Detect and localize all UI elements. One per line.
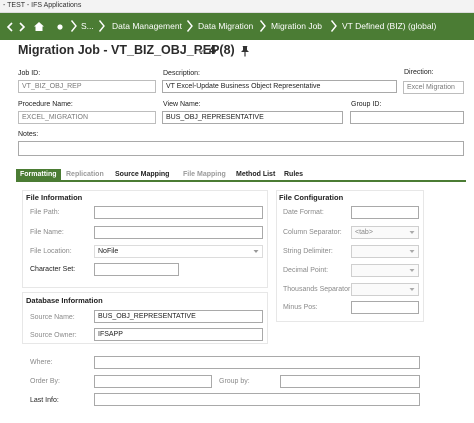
date-format-label: Date Format: [283, 209, 324, 216]
character-set-field[interactable] [94, 263, 179, 276]
chevron-down-icon[interactable] [196, 46, 206, 56]
procedure-name-field[interactable]: EXCEL_MIGRATION [18, 111, 156, 124]
back-icon[interactable] [4, 13, 16, 40]
tab-file-mapping[interactable]: File Mapping [183, 169, 226, 180]
navigation-bar: S... Data Management Data Migration Migr… [0, 13, 474, 40]
notes-field[interactable] [18, 141, 464, 156]
description-label: Description: [163, 70, 200, 77]
file-information-title: File Information [26, 193, 83, 202]
page-title: Migration Job - VT_BIZ_OBJ_REP [18, 43, 220, 57]
direction-field[interactable]: Excel Migration [403, 81, 464, 94]
thousands-separator-label: Thousands Separator [283, 286, 351, 293]
string-delimiter-select[interactable] [351, 245, 419, 258]
chevron-right-icon [259, 20, 266, 32]
source-owner-field[interactable]: IFSAPP [94, 328, 263, 341]
decimal-point-select[interactable] [351, 264, 419, 277]
where-field[interactable] [94, 356, 420, 369]
where-label: Where: [30, 359, 53, 366]
last-info-label: Last Info: [30, 397, 59, 404]
group-by-label: Group by: [219, 378, 250, 385]
procedure-name-label: Procedure Name: [18, 101, 73, 108]
file-location-label: File Location: [30, 248, 72, 255]
file-name-label: File Name: [30, 229, 64, 236]
order-by-label: Order By: [30, 378, 60, 385]
date-format-field[interactable] [351, 206, 419, 219]
thousands-separator-select[interactable] [351, 283, 419, 296]
breadcrumb-root[interactable]: S... [81, 21, 94, 31]
chevron-right-icon [98, 20, 105, 32]
minus-pos-label: Minus Pos: [283, 304, 318, 311]
tab-method-list[interactable]: Method List [236, 169, 275, 180]
chevron-right-icon [330, 20, 337, 32]
tab-formatting[interactable]: Formatting [16, 169, 61, 180]
direction-label: Direction: [404, 69, 434, 76]
file-location-select[interactable]: NoFile [94, 245, 263, 258]
dropdown-caret-icon [409, 250, 415, 253]
home-icon[interactable] [31, 13, 47, 40]
order-by-field[interactable] [94, 375, 212, 388]
file-location-value: NoFile [98, 248, 119, 255]
view-name-label: View Name: [163, 101, 201, 108]
chevron-right-icon [70, 20, 77, 32]
source-owner-label: Source Owner: [30, 332, 77, 339]
last-info-field[interactable] [94, 393, 420, 406]
dropdown-caret-icon [409, 269, 415, 272]
group-id-field[interactable] [350, 111, 464, 124]
file-path-label: File Path: [30, 209, 60, 216]
forward-icon[interactable] [16, 13, 28, 40]
file-name-field[interactable] [94, 226, 263, 239]
dot-icon[interactable] [56, 13, 64, 40]
source-name-field[interactable]: BUS_OBJ_REPRESENTATIVE [94, 310, 263, 323]
breadcrumb-data-migration[interactable]: Data Migration [198, 21, 253, 31]
pin-icon[interactable] [240, 45, 250, 57]
chevron-right-icon [186, 20, 193, 32]
tab-source-mapping[interactable]: Source Mapping [115, 169, 169, 180]
tab-rules[interactable]: Rules [284, 169, 303, 180]
dropdown-caret-icon [409, 288, 415, 291]
job-id-field[interactable]: VT_BIZ_OBJ_REP [18, 80, 156, 93]
character-set-label: Character Set: [30, 266, 76, 273]
window-title: - TEST - IFS Applications [3, 2, 82, 9]
breadcrumb-migration-job[interactable]: Migration Job [271, 21, 322, 31]
database-information-title: Database Information [26, 296, 103, 305]
dropdown-caret-icon [253, 250, 259, 253]
view-name-field[interactable]: BUS_OBJ_REPRESENTATIVE [162, 111, 343, 124]
group-id-label: Group ID: [351, 101, 382, 108]
breadcrumb-data-management[interactable]: Data Management [112, 21, 182, 31]
record-count: 4 (8) [209, 43, 235, 57]
dropdown-caret-icon [409, 231, 415, 234]
breadcrumb-vt-defined[interactable]: VT Defined (BIZ) (global) [342, 21, 436, 31]
file-configuration-title: File Configuration [279, 193, 344, 202]
notes-label: Notes: [18, 131, 39, 138]
column-separator-value: <tab> [355, 229, 373, 236]
tab-underline [16, 180, 466, 182]
decimal-point-label: Decimal Point: [283, 267, 329, 274]
tab-replication[interactable]: Replication [66, 169, 104, 180]
file-path-field[interactable] [94, 206, 263, 219]
minus-pos-field[interactable] [351, 301, 419, 314]
column-separator-select[interactable]: <tab> [351, 226, 419, 239]
window-titlebar: - TEST - IFS Applications [0, 0, 474, 13]
string-delimiter-label: String Delimiter: [283, 248, 333, 255]
job-id-label: Job ID: [18, 70, 41, 77]
group-by-field[interactable] [280, 375, 420, 388]
column-separator-label: Column Separator: [283, 229, 342, 236]
description-field[interactable]: VT Excel-Update Business Object Represen… [162, 80, 397, 93]
source-name-label: Source Name: [30, 314, 75, 321]
